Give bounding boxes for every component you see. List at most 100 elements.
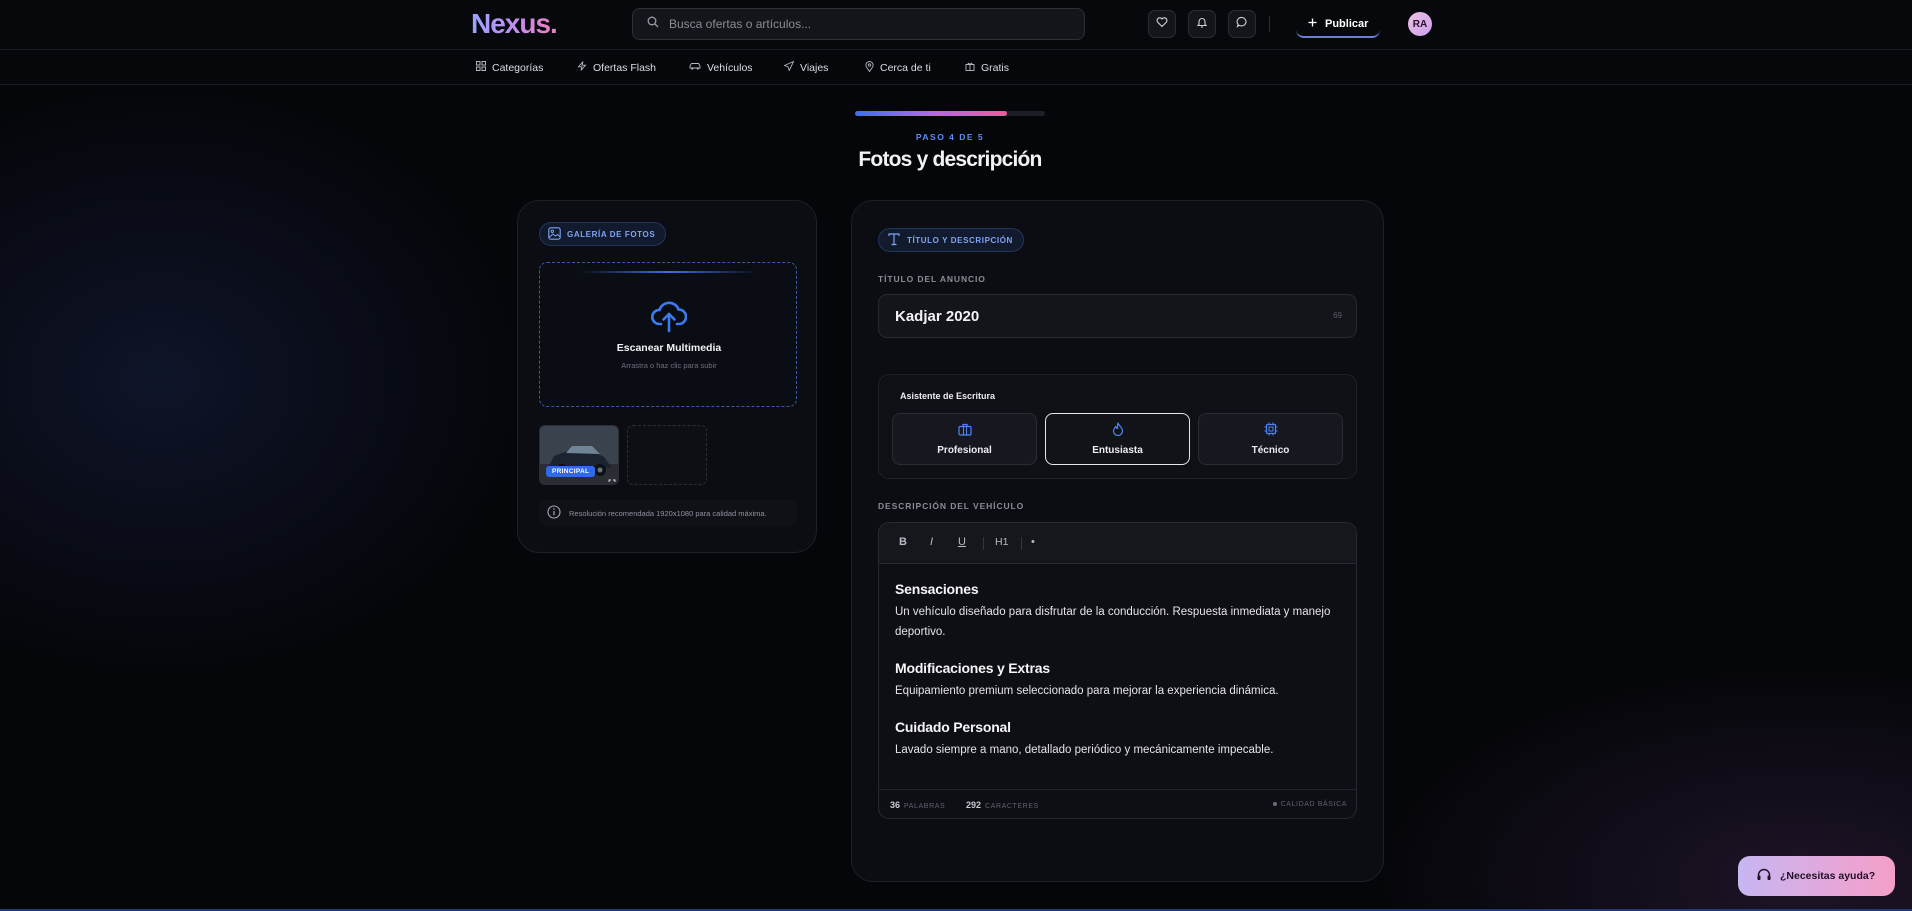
section-heading: Modificaciones y Extras	[895, 660, 1050, 676]
upload-dropzone[interactable]: Escanear Multimedia Arrastra o haz clic …	[539, 262, 797, 407]
map-pin-icon	[865, 61, 874, 75]
wizard-progress-bar	[855, 111, 1045, 116]
search-icon	[647, 15, 659, 33]
gift-icon	[965, 61, 975, 74]
page-title: Fotos y descripción	[858, 148, 1042, 171]
nav-label: Gratis	[981, 61, 1010, 74]
listing-title-input[interactable]	[895, 307, 1295, 325]
car-icon	[689, 61, 701, 74]
dropzone-glow	[580, 271, 758, 273]
tone-label: Entusiasta	[1092, 445, 1143, 456]
description-editor[interactable]: B I U H1 • Sensaciones Un vehículo diseñ…	[878, 522, 1357, 819]
italic-button[interactable]: I	[930, 536, 933, 548]
nav-item-free[interactable]: Gratis	[965, 61, 1009, 74]
expand-icon	[608, 474, 616, 484]
text-type-icon	[887, 232, 901, 248]
writing-assistant-title: Asistente de Escritura	[900, 391, 996, 401]
underline-button[interactable]: U	[958, 536, 966, 548]
help-button[interactable]: ¿Necesitas ayuda?	[1738, 856, 1895, 896]
bullet-list-button[interactable]: •	[1031, 536, 1035, 548]
header-divider	[1269, 16, 1270, 32]
search-input[interactable]	[669, 17, 1049, 31]
nav-label: Ofertas Flash	[593, 61, 657, 74]
status-dot-icon	[1272, 801, 1277, 808]
nav-label: Vehículos	[707, 61, 753, 74]
category-nav: Categorías Ofertas Flash Vehículos Viaje…	[0, 51, 1912, 85]
favorites-button[interactable]	[1148, 10, 1176, 38]
listing-title-field[interactable]: 69	[878, 294, 1357, 338]
description-field-label: DESCRIPCIÓN DEL VEHÍCULO	[878, 501, 1025, 511]
section-text: Equipamiento premium seleccionado para m…	[895, 685, 1279, 697]
resolution-info: Resolución recomendada 1920x1080 para ca…	[539, 500, 797, 526]
section-heading: Sensaciones	[895, 581, 979, 597]
nav-label: Viajes	[800, 61, 829, 74]
heart-icon	[1156, 15, 1168, 33]
quality-indicator: CALIDAD BÁSICA	[1272, 801, 1347, 808]
gallery-chip-label: GALERÍA DE FOTOS	[567, 229, 656, 239]
logo[interactable]: Nexus.	[471, 8, 558, 40]
publish-label: Publicar	[1325, 18, 1369, 30]
dropzone-subtitle: Arrastra o haz clic para subir	[621, 361, 717, 370]
quality-label: CALIDAD BÁSICA	[1280, 801, 1347, 808]
cloud-upload-icon	[650, 299, 688, 338]
nav-item-travel[interactable]: Viajes	[783, 60, 829, 74]
heading-button[interactable]: H1	[995, 536, 1008, 548]
dropzone-title: Escanear Multimedia	[616, 342, 722, 354]
wizard-progress-fill	[855, 111, 1007, 116]
char-count: 292 CARACTERES	[966, 800, 1039, 810]
briefcase-icon	[957, 423, 972, 439]
messages-button[interactable]	[1228, 10, 1256, 38]
section-heading: Cuidado Personal	[895, 719, 1011, 735]
image-icon	[548, 226, 561, 242]
section-text: Un vehículo diseñado para disfrutar de l…	[895, 606, 1331, 638]
editor-content[interactable]: Sensaciones Un vehículo diseñado para di…	[895, 581, 1345, 778]
nav-label: Cerca de ti	[880, 62, 931, 74]
details-chip: TÍTULO Y DESCRIPCIÓN	[878, 228, 1024, 252]
editor-toolbar: B I U H1 •	[879, 523, 1356, 564]
info-text: Resolución recomendada 1920x1080 para ca…	[569, 508, 767, 518]
grid-icon	[476, 61, 486, 74]
nav-item-flash-offers[interactable]: Ofertas Flash	[577, 61, 656, 74]
bold-button[interactable]: B	[899, 536, 907, 548]
photo-thumbnail-main[interactable]: PRINCIPAL	[539, 425, 619, 485]
nav-label: Categorías	[492, 61, 544, 74]
tone-technical-button[interactable]: Técnico	[1198, 413, 1343, 465]
section-text: Lavado siempre a mano, detallado periódi…	[895, 744, 1274, 756]
toolbar-divider	[983, 537, 984, 550]
top-bar: Nexus. Publicar RA	[0, 0, 1912, 50]
flame-icon	[1112, 422, 1124, 439]
nav-item-nearby[interactable]: Cerca de ti	[865, 61, 931, 75]
title-char-counter: 69	[1333, 311, 1342, 320]
plane-icon	[783, 60, 795, 74]
lightning-icon	[577, 61, 587, 74]
title-field-label: TÍTULO DEL ANUNCIO	[878, 274, 986, 284]
headset-icon	[1756, 868, 1772, 885]
photo-gallery-card: GALERÍA DE FOTOS Escanear Multimedia Arr…	[517, 200, 817, 553]
title-description-card: TÍTULO Y DESCRIPCIÓN TÍTULO DEL ANUNCIO …	[851, 200, 1384, 882]
photo-slot-empty[interactable]	[627, 425, 707, 485]
nav-item-vehicles[interactable]: Vehículos	[689, 61, 753, 74]
word-count: 36 PALABRAS	[890, 800, 946, 810]
editor-footer: 36 PALABRAS 292 CARACTERES CALIDAD BÁSICA	[879, 789, 1356, 818]
details-chip-label: TÍTULO Y DESCRIPCIÓN	[907, 235, 1013, 245]
main-photo-badge: PRINCIPAL	[546, 466, 596, 477]
tone-professional-button[interactable]: Profesional	[892, 413, 1037, 465]
tone-label: Profesional	[937, 444, 992, 456]
help-label: ¿Necesitas ayuda?	[1780, 870, 1876, 882]
step-label: PASO 4 DE 5	[915, 132, 985, 142]
tone-label: Técnico	[1251, 445, 1290, 456]
publish-button[interactable]: Publicar	[1296, 12, 1381, 38]
writing-assistant: Asistente de Escritura Profesional Entus…	[878, 374, 1357, 479]
toolbar-divider	[1021, 537, 1022, 550]
search-bar[interactable]	[632, 8, 1085, 40]
notifications-button[interactable]	[1188, 10, 1216, 38]
nav-item-categories[interactable]: Categorías	[476, 61, 543, 74]
bell-icon	[1196, 15, 1208, 33]
tone-enthusiast-button[interactable]: Entusiasta	[1045, 413, 1190, 465]
cpu-icon	[1264, 422, 1278, 439]
chat-bubble-icon	[1236, 15, 1248, 33]
info-icon	[547, 505, 561, 521]
plus-icon	[1308, 18, 1317, 30]
gallery-chip: GALERÍA DE FOTOS	[539, 222, 667, 246]
avatar[interactable]: RA	[1408, 12, 1432, 36]
